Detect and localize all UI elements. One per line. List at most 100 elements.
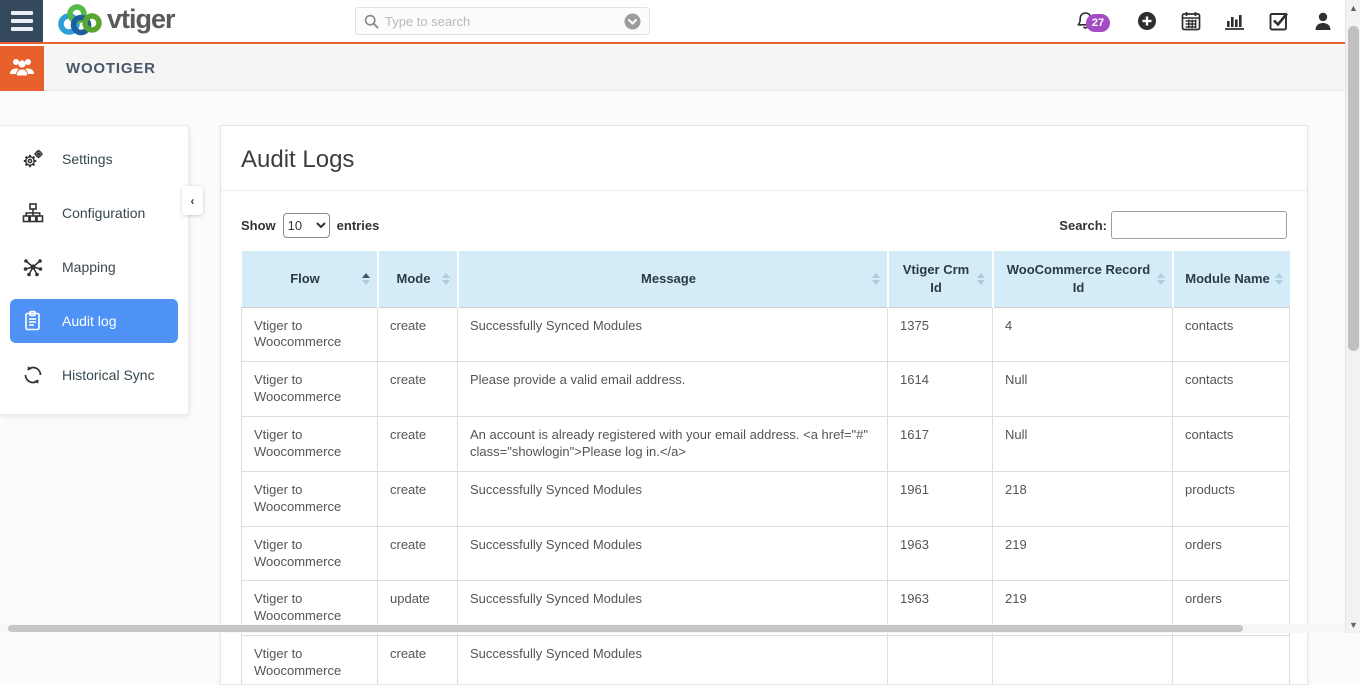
cell-module-name: orders [1173,526,1290,581]
sort-arrows-icon [362,273,370,285]
cell-vtiger-crm-id: 1961 [888,471,993,526]
sidebar-item-label: Historical Sync [62,367,155,383]
cell-module-name: contacts [1173,307,1290,362]
scroll-down-arrow-icon[interactable]: ▼ [1346,617,1360,633]
network-hub-icon [21,256,45,278]
cell-mode: create [378,471,458,526]
cell-woocommerce-record-id: 219 [993,526,1173,581]
cell-woocommerce-record-id: Null [993,417,1173,472]
cell-message: Successfully Synced Modules [458,307,888,362]
calendar-button[interactable] [1180,10,1202,32]
sidebar-item-audit-log[interactable]: Audit log [10,299,178,343]
table-controls: Show 10 entries Search: [221,191,1307,249]
cell-vtiger-crm-id: 1963 [888,526,993,581]
hamburger-menu-button[interactable] [0,0,43,42]
sidebar-item-configuration[interactable]: Configuration [0,186,188,240]
column-header-mode[interactable]: Mode [378,251,458,307]
column-header-module-name[interactable]: Module Name [1173,251,1290,307]
cell-flow: Vtiger to Woocommerce [242,526,378,581]
search-label: Search: [1059,218,1107,233]
table-row[interactable]: Vtiger to Woocommerce create Successfull… [242,526,1290,581]
notification-count-badge[interactable]: 27 [1086,14,1110,32]
cell-mode: create [378,362,458,417]
table-search-control: Search: [1059,211,1287,239]
user-profile-button[interactable] [1312,10,1334,32]
sidebar-item-label: Settings [62,151,113,167]
table-row[interactable]: Vtiger to Woocommerce create Please prov… [242,362,1290,417]
table-row[interactable]: Vtiger to Woocommerce create Successfull… [242,471,1290,526]
horizontal-scrollbar[interactable] [0,624,1345,633]
cell-message: Please provide a valid email address. [458,362,888,417]
cell-mode: create [378,417,458,472]
column-header-woocommerce-record-id[interactable]: WooCommerce Record Id [993,251,1173,307]
quick-create-plus-button[interactable] [1136,10,1158,32]
cell-flow: Vtiger to Woocommerce [242,636,378,685]
cell-mode: create [378,307,458,362]
search-scope-chevron-icon[interactable] [624,13,641,30]
cell-vtiger-crm-id: 1614 [888,362,993,417]
cell-vtiger-crm-id: 1617 [888,417,993,472]
vertical-scrollbar-thumb[interactable] [1348,26,1359,351]
table-row[interactable]: Vtiger to Woocommerce create Successfull… [242,636,1290,685]
search-icon [364,14,379,29]
cell-message: Successfully Synced Modules [458,526,888,581]
tasks-checkbox-button[interactable] [1268,10,1290,32]
table-search-input[interactable] [1111,211,1287,239]
clipboard-icon [21,310,45,332]
horizontal-scrollbar-thumb[interactable] [8,625,1243,632]
cell-mode: create [378,526,458,581]
audit-logs-panel: Audit Logs Show 10 entries Search: Flow [220,125,1308,685]
table-row[interactable]: Vtiger to Woocommerce create An account … [242,417,1290,472]
cell-woocommerce-record-id: 4 [993,307,1173,362]
notifications-bell-button[interactable]: 27 [1074,10,1096,32]
vtiger-logo[interactable]: vtiger [57,4,175,38]
entries-label: entries [337,218,380,233]
cell-module-name: contacts [1173,417,1290,472]
cell-vtiger-crm-id: 1375 [888,307,993,362]
sidebar-item-label: Configuration [62,205,145,221]
global-search-bar [355,7,650,35]
audit-logs-table: Flow Mode Message Vtiger Crm Id WooComme… [241,251,1290,685]
column-header-message[interactable]: Message [458,251,888,307]
page-title: Audit Logs [221,126,1307,190]
cell-module-name: contacts [1173,362,1290,417]
cell-module-name: products [1173,471,1290,526]
sidebar-item-historical-sync[interactable]: Historical Sync [0,348,188,402]
column-header-flow[interactable]: Flow [242,251,378,307]
sidebar-item-mapping[interactable]: Mapping [0,240,188,294]
vertical-scrollbar[interactable]: ▲ ▼ [1345,0,1360,633]
sort-arrows-icon [872,273,880,285]
sidebar-item-settings[interactable]: Settings [0,132,188,186]
hamburger-icon [11,11,33,31]
sort-arrows-icon [1157,273,1165,285]
column-header-vtiger-crm-id[interactable]: Vtiger Crm Id [888,251,993,307]
reports-bar-chart-button[interactable] [1224,10,1246,32]
scroll-up-arrow-icon[interactable]: ▲ [1346,0,1360,16]
page-length-select[interactable]: 10 [283,213,330,238]
gears-icon [21,148,45,170]
vtiger-cloud-icon [57,4,103,38]
cell-message: An account is already registered with yo… [458,417,888,472]
table-row[interactable]: Vtiger to Woocommerce create Successfull… [242,307,1290,362]
sidebar-collapse-button[interactable]: ‹ [182,186,203,215]
sync-icon [21,364,45,386]
cell-message: Successfully Synced Modules [458,471,888,526]
sidebar: Settings Configuration Mapping Audit log… [0,125,189,415]
page-length-control: Show 10 entries [241,213,379,238]
cell-woocommerce-record-id: 218 [993,471,1173,526]
cell-vtiger-crm-id [888,636,993,685]
global-search-input[interactable] [385,14,618,29]
cell-flow: Vtiger to Woocommerce [242,307,378,362]
navbar-icon-group: 27 [1074,0,1334,42]
sort-arrows-icon [1275,273,1283,285]
brand-name: vtiger [107,6,175,33]
cell-woocommerce-record-id [993,636,1173,685]
chevron-left-icon: ‹ [191,194,195,208]
sort-arrows-icon [977,273,985,285]
show-label: Show [241,218,276,233]
cell-woocommerce-record-id: Null [993,362,1173,417]
table-header-row: Flow Mode Message Vtiger Crm Id WooComme… [242,251,1290,307]
cell-message: Successfully Synced Modules [458,636,888,685]
sort-arrows-icon [442,273,450,285]
cell-flow: Vtiger to Woocommerce [242,471,378,526]
